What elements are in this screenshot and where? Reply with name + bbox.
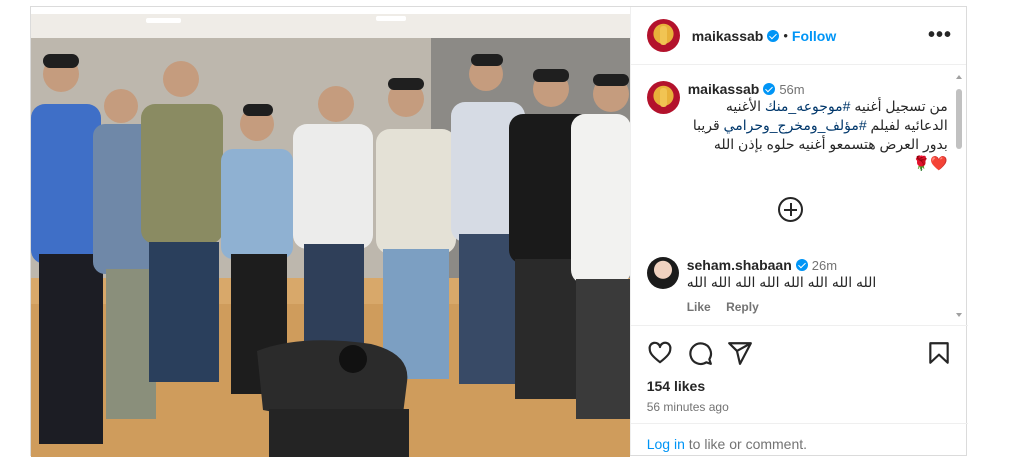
action-bar: 154 likes 56 minutes ago — [630, 325, 968, 414]
comment-header: seham.shabaan 26m — [687, 257, 947, 273]
likes-count[interactable]: 154 likes — [647, 378, 952, 394]
caption-author[interactable]: maikassab — [688, 81, 760, 97]
comment-text: الله الله الله الله الله الله الله الله — [686, 274, 877, 290]
post-header: maikassab • Follow ••• — [630, 7, 966, 65]
share-icon[interactable] — [727, 340, 753, 366]
hashtag-link-1[interactable]: #موجوعه_منك — [765, 98, 851, 114]
comment-actions: Like Reply — [687, 300, 947, 314]
caption-line1b-text: الأغنيه — [725, 98, 761, 114]
caption-time: 56m — [779, 82, 805, 97]
caption-line-3: بدور العرض هتسمعو أغنيه حلوه بإذن الله — [713, 136, 948, 152]
scrollbar-thumb[interactable] — [956, 89, 962, 149]
add-comment-icon[interactable] — [777, 197, 803, 222]
comments-panel[interactable]: maikassab 56m من تسجيل أغنيه #موجوعه_منك … — [631, 69, 968, 319]
caption-line-2: الدعائيه لفيلم #مؤلف_ومخرج_وحرامي قريبا — [688, 116, 948, 135]
author-username[interactable]: maikassab — [692, 28, 764, 44]
post-sidebar: maikassab • Follow ••• maikassab 56m من ت… — [629, 7, 968, 455]
comment-body: seham.shabaan 26m الله الله الله الله الل… — [687, 257, 947, 314]
comments-scrollbar[interactable] — [954, 69, 964, 319]
group-photo-illustration — [31, 14, 630, 457]
bookmark-icon[interactable] — [926, 340, 952, 366]
login-prompt-text: to like or comment. — [684, 436, 808, 452]
caption-body: maikassab 56m من تسجيل أغنيه #موجوعه_منك … — [688, 81, 948, 173]
comment-time: 26m — [811, 258, 838, 273]
caption: maikassab 56m من تسجيل أغنيه #موجوعه_منك … — [631, 69, 968, 173]
reply-button[interactable]: Reply — [726, 300, 759, 314]
caption-line-1: من تسجيل أغنيه #موجوعه_منك الأغنيه — [688, 97, 948, 116]
heart-icon[interactable] — [647, 340, 673, 366]
caption-line2b-text: قريبا — [692, 117, 720, 133]
separator-dot: • — [783, 28, 788, 43]
verified-badge-icon — [795, 259, 808, 271]
post-time-ago[interactable]: 56 minutes ago — [647, 400, 952, 414]
caption-emoji: ❤️🌹 — [912, 155, 948, 171]
caption-header: maikassab 56m — [688, 81, 948, 97]
scroll-up-icon[interactable] — [956, 75, 962, 79]
action-icons — [647, 338, 952, 368]
commenter-avatar[interactable] — [646, 257, 679, 289]
comment-author[interactable]: seham.shabaan — [687, 257, 792, 273]
hashtag-link-2[interactable]: #مؤلف_ومخرج_وحرامي — [724, 117, 867, 133]
verified-badge-icon — [767, 29, 780, 42]
comment-icon[interactable] — [687, 340, 713, 366]
scroll-down-icon[interactable] — [956, 313, 962, 317]
caption-text: من تسجيل أغنيه #موجوعه_منك الأغنيه الدعا… — [688, 97, 948, 173]
comment-item: seham.shabaan 26m الله الله الله الله الل… — [646, 257, 947, 314]
caption-author-avatar[interactable] — [646, 81, 680, 114]
follow-button[interactable]: Follow — [792, 28, 836, 44]
caption-line2a-text: الدعائيه لفيلم — [870, 117, 948, 133]
post-photo[interactable] — [31, 14, 630, 457]
like-comment-button[interactable]: Like — [687, 300, 711, 314]
verified-badge-icon — [763, 83, 776, 95]
more-options-icon[interactable]: ••• — [928, 24, 952, 47]
author-avatar[interactable] — [646, 19, 680, 52]
caption-line1-text: من تسجيل أغنيه — [854, 98, 948, 114]
login-link[interactable]: Log in — [647, 436, 685, 452]
instagram-post: maikassab • Follow ••• maikassab 56m من ت… — [30, 6, 968, 457]
